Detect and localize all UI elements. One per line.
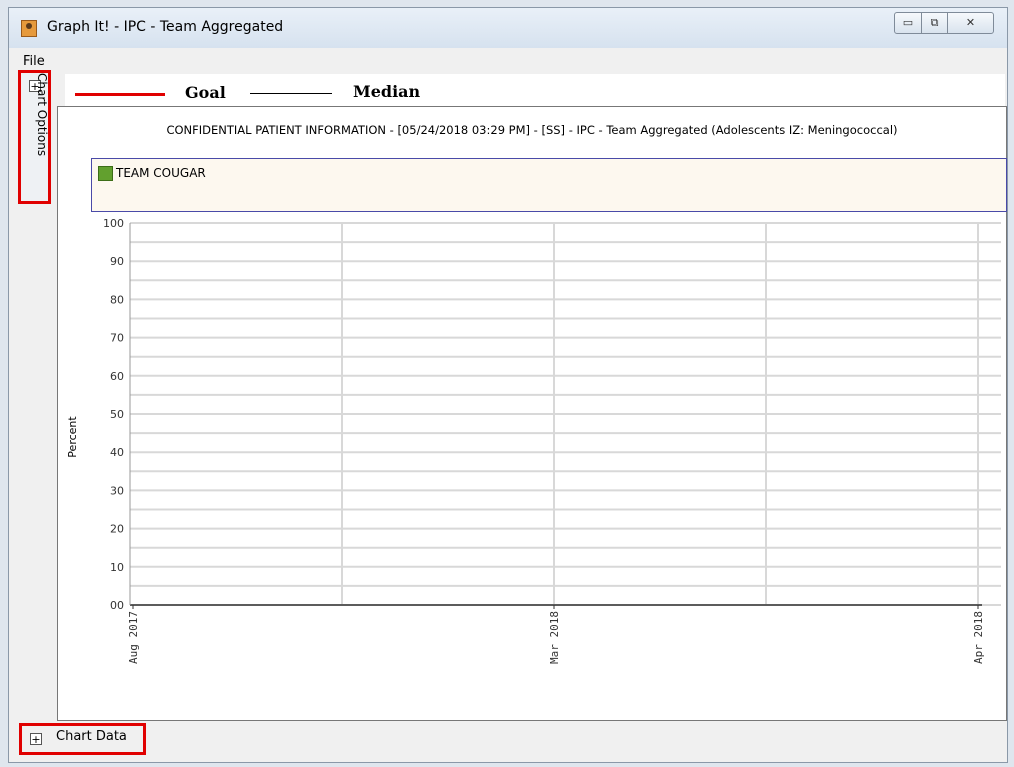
maximize-button[interactable]: ⧉ [921,12,948,34]
x-tick-label: Apr 2018 [972,611,985,664]
window-title: Graph It! - IPC - Team Aggregated [47,19,284,35]
y-tick-label: 10 [110,561,124,574]
highlight-box-chart-data [19,723,146,755]
x-tick-label: Aug 2017 [127,611,140,664]
y-axis-label: Percent [66,416,79,458]
menu-file[interactable]: File [23,54,45,69]
app-icon [21,20,37,37]
y-tick-label: 70 [110,332,124,345]
median-label: Median [353,82,421,101]
menu-bar: File [9,52,1007,72]
goal-label: Goal [185,83,226,102]
minimize-button[interactable]: ▭ [894,12,922,34]
chart-panel: CONFIDENTIAL PATIENT INFORMATION - [05/2… [57,106,1007,721]
app-window: Graph It! - IPC - Team Aggregated ▭ ⧉ ✕ … [8,7,1008,763]
y-tick-label: 80 [110,293,124,306]
x-tick-label: Mar 2018 [548,611,561,664]
goal-median-legend: Goal Median [65,74,1005,106]
close-button[interactable]: ✕ [947,12,994,34]
median-line-swatch [250,93,332,94]
y-tick-label: 00 [110,599,124,612]
y-tick-label: 40 [110,446,124,459]
y-tick-label: 60 [110,370,124,383]
y-tick-label: 100 [103,217,124,230]
y-tick-label: 30 [110,484,124,497]
highlight-box-chart-options [18,70,51,204]
title-bar[interactable]: Graph It! - IPC - Team Aggregated ▭ ⧉ ✕ [9,8,1007,48]
goal-line-swatch [75,93,165,96]
y-tick-label: 20 [110,523,124,536]
y-tick-label: 90 [110,255,124,268]
y-tick-label: 50 [110,408,124,421]
plot-area: 00 10 20 30 40 50 60 70 80 90 100 Aug 2017 Mar 2018 A… [66,217,1001,664]
